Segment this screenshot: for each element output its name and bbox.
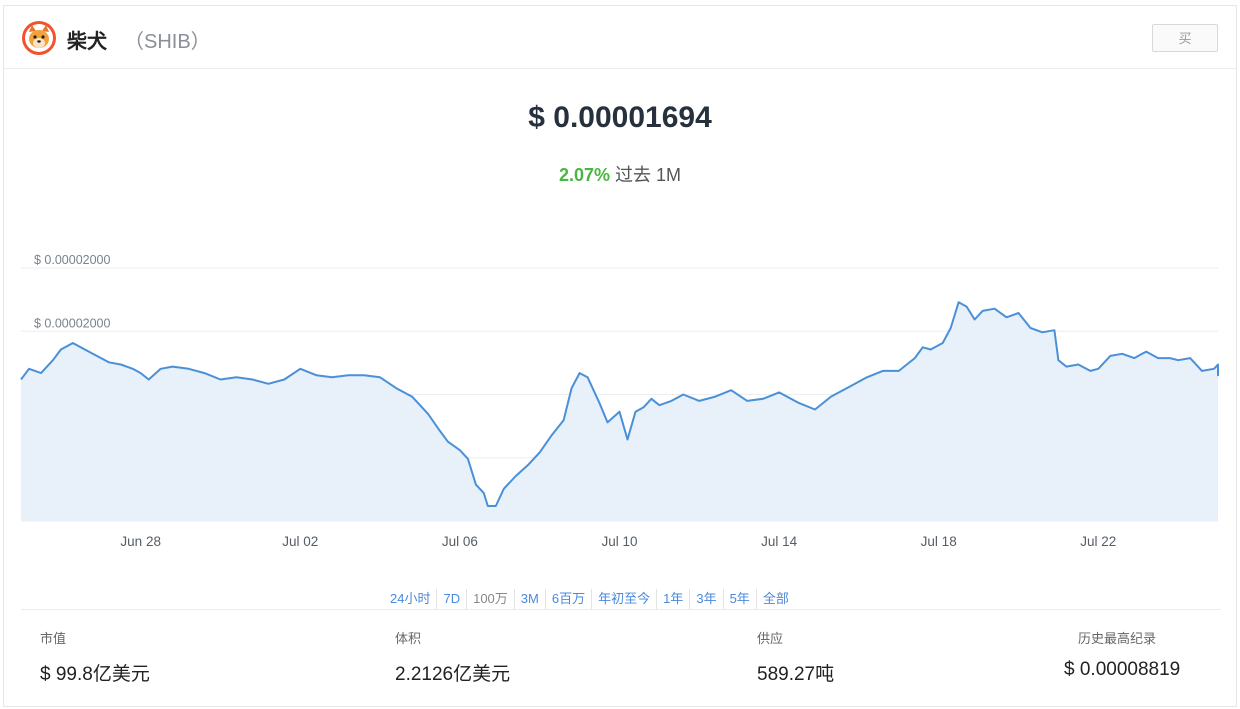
current-price: $ 0.00001694 [528, 101, 712, 134]
coin-header: 柴犬 （SHIB） 买 [4, 6, 1236, 69]
range-option[interactable]: 1年 [657, 589, 691, 609]
stat-value: 589.27吨 [757, 664, 835, 685]
time-range-selector: 24小时 7D 100万 3M 6百万 年初至今 1年 3年 5年 全部 [384, 589, 795, 609]
x-tick-label: Jul 06 [442, 534, 478, 549]
range-option[interactable]: 7D [437, 589, 468, 609]
coin-symbol: （SHIB） [124, 31, 211, 53]
x-tick-label: Jul 14 [761, 534, 798, 549]
price-chart-svg: $ 0.00002000$ 0.00002000$ 0.00002000$ 0.… [20, 253, 1219, 549]
buy-button[interactable]: 买 [1152, 24, 1218, 52]
coin-name: 柴犬 [67, 31, 107, 53]
x-tick-label: Jul 22 [1080, 534, 1116, 549]
stat-value: $ 99.8亿美元 [40, 664, 150, 685]
stat-value: 2.2126亿美元 [395, 664, 511, 685]
price-change: 2.07% 过去 1M [4, 161, 1236, 187]
stat-value: $ 0.00008819 [1064, 659, 1181, 680]
stats-divider [21, 609, 1221, 610]
range-option[interactable]: 100万 [467, 589, 515, 609]
stat-label: 体积 [395, 631, 422, 646]
range-option[interactable]: 全部 [757, 589, 795, 609]
shiba-inu-logo-icon [22, 21, 56, 55]
x-tick-label: Jul 02 [282, 534, 318, 549]
stat-market-cap: 市值 $ 99.8亿美元 [40, 628, 150, 686]
range-option[interactable]: 5年 [724, 589, 757, 609]
y-tick-label: $ 0.00002000 [34, 253, 111, 267]
change-period: 过去 1M [615, 165, 682, 185]
x-tick-label: Jun 28 [120, 534, 161, 549]
coin-card: 柴犬 （SHIB） 买 $ 0.00001694 2.07% 过去 1M $ 0… [3, 5, 1237, 707]
stat-label: 历史最高纪录 [1078, 631, 1157, 646]
stat-label: 供应 [757, 631, 784, 646]
stat-supply: 供应 589.27吨 [757, 628, 834, 686]
range-option[interactable]: 年初至今 [592, 589, 658, 609]
stat-all-time-high: 历史最高纪录 $ 0.00008819 [1064, 628, 1180, 681]
stat-label: 市值 [40, 631, 67, 646]
range-option[interactable]: 24小时 [384, 589, 438, 609]
range-option[interactable]: 6百万 [546, 589, 593, 609]
x-tick-label: Jul 18 [921, 534, 957, 549]
change-percent: 2.07% [558, 165, 610, 185]
range-option[interactable]: 3M [515, 589, 546, 609]
range-option[interactable]: 3年 [690, 589, 724, 609]
stat-volume: 体积 2.2126亿美元 [395, 628, 510, 686]
x-tick-label: Jul 10 [601, 534, 637, 549]
y-tick-label: $ 0.00002000 [34, 316, 111, 330]
price-chart[interactable]: $ 0.00002000$ 0.00002000$ 0.00002000$ 0.… [4, 246, 1238, 566]
